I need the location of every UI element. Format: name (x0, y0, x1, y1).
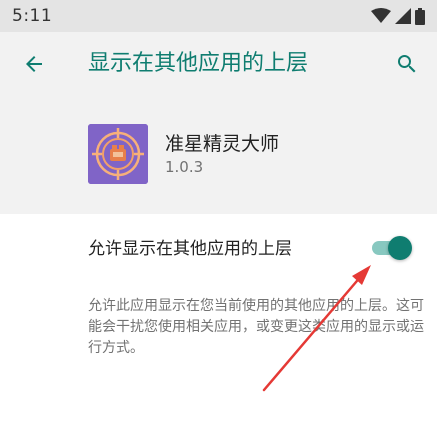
switch-thumb (388, 236, 412, 260)
search-button[interactable] (391, 48, 423, 80)
app-header: 准星精灵大师 1.0.3 (0, 96, 437, 214)
status-icons (371, 6, 425, 26)
permission-description: 允许此应用显示在您当前使用的其他应用的上层。这可能会干扰您使用相关应用，或变更这… (88, 298, 424, 356)
status-bar: 5:11 (0, 0, 437, 32)
battery-icon (415, 7, 425, 25)
signal-icon (395, 8, 411, 24)
app-version: 1.0.3 (165, 158, 204, 176)
search-icon (398, 55, 416, 73)
wifi-icon (371, 8, 391, 23)
app-bar: 显示在其他应用的上层 (0, 32, 437, 96)
back-button[interactable] (18, 48, 50, 80)
arrow-left-icon (26, 56, 42, 72)
permission-toggle-label: 允许显示在其他应用的上层 (88, 239, 292, 259)
permission-content: 允许显示在其他应用的上层 允许此应用显示在您当前使用的其他应用的上层。这可能会干… (0, 214, 437, 436)
app-name: 准星精灵大师 (165, 133, 280, 155)
status-time: 5:11 (12, 6, 53, 26)
permission-toggle-row[interactable]: 允许显示在其他应用的上层 (0, 214, 437, 278)
crosshair-app-icon (88, 124, 148, 184)
permission-switch[interactable] (370, 236, 414, 260)
page-title: 显示在其他应用的上层 (88, 51, 309, 76)
